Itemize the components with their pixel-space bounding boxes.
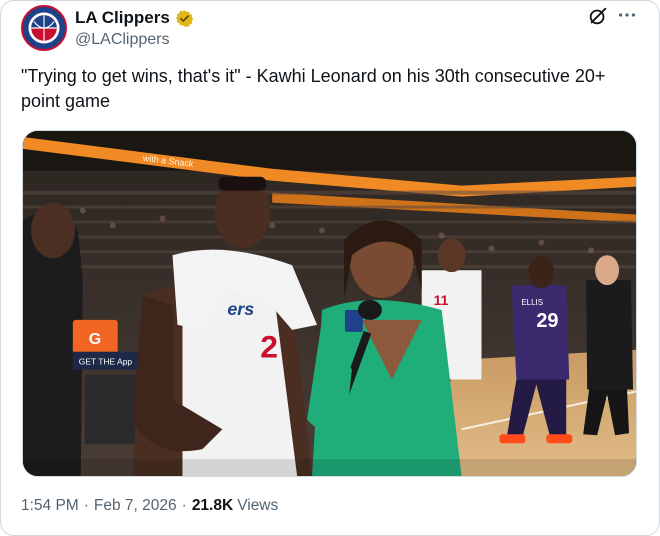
jersey-number-player: 2	[260, 329, 278, 365]
meta-separator: ·	[181, 497, 187, 514]
grok-icon[interactable]	[587, 5, 609, 27]
tweet-card: LA Clippers @LAClippers "Trying to get w…	[0, 0, 660, 536]
tweet-time[interactable]: 1:54 PM	[21, 497, 79, 515]
jersey-name-right: ELLIS	[521, 298, 543, 307]
gold-verified-badge-icon[interactable]	[175, 9, 194, 28]
account-handle[interactable]: @LAClippers	[75, 31, 170, 49]
jersey-number-mid: 11	[434, 292, 449, 308]
meta-separator: ·	[83, 497, 89, 514]
tweet-text: "Trying to get wins, that's it" - Kawhi …	[21, 66, 611, 111]
more-options-icon[interactable]	[616, 4, 638, 26]
la-clippers-logo-icon	[23, 7, 65, 49]
views-label: Views	[237, 497, 279, 514]
tweet-meta: 1:54 PM · Feb 7, 2026 · 21.8K Views	[21, 497, 278, 515]
cooler-letter: G	[89, 331, 101, 348]
tweet-photo[interactable]: with a Snack G GET THE App ers 2 11 ELLI…	[22, 130, 637, 477]
tweet-date[interactable]: Feb 7, 2026	[94, 497, 177, 515]
views-count: 21.8K	[191, 497, 234, 514]
interview-photo-image: with a Snack G GET THE App ers 2 11 ELLI…	[23, 131, 636, 476]
courtside-sign: GET THE App	[79, 357, 133, 367]
jersey-number-right: 29	[536, 310, 558, 332]
jersey-text: ers	[227, 299, 254, 319]
display-name[interactable]: LA Clippers	[75, 8, 170, 28]
account-avatar[interactable]	[21, 5, 67, 51]
